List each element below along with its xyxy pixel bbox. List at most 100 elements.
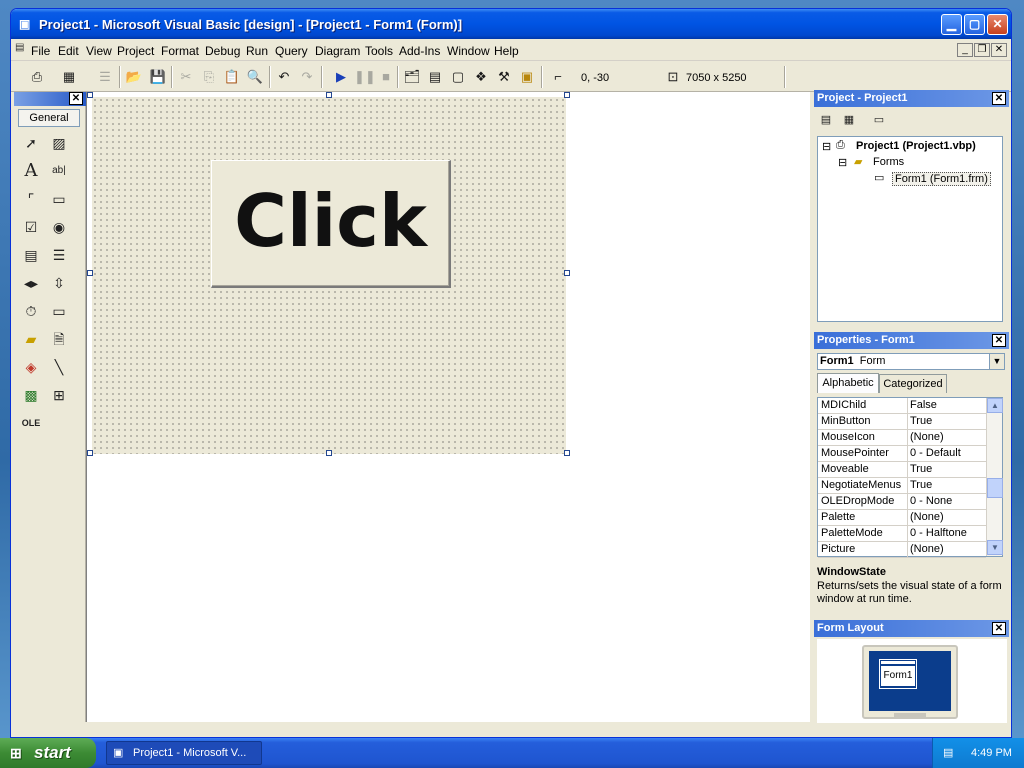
hscrollbar-tool-icon[interactable]: ◂▸ — [20, 272, 42, 294]
resize-handle[interactable] — [326, 450, 332, 456]
frame-tool-icon[interactable]: ⌜ — [20, 188, 42, 210]
minimize-button[interactable]: ▁ — [941, 14, 962, 35]
line-tool-icon[interactable]: ╲ — [48, 356, 70, 378]
menu-add-ins[interactable]: Add-Ins — [399, 44, 440, 58]
copy-icon[interactable]: ⎘ — [199, 67, 219, 87]
mdi-close-button[interactable]: ✕ — [991, 43, 1007, 57]
menu-view[interactable]: View — [86, 44, 112, 58]
open-project-icon[interactable]: 📂 — [124, 67, 144, 87]
tree-node-form1[interactable]: Form1 (Form1.frm) — [892, 172, 991, 186]
maximize-button[interactable]: ▢ — [964, 14, 985, 35]
menu-run[interactable]: Run — [246, 44, 268, 58]
drivelistbox-tool-icon[interactable]: ▭ — [48, 300, 70, 322]
object-browser-icon[interactable]: ❖ — [471, 67, 491, 87]
property-row[interactable]: Picture (None) — [818, 542, 986, 558]
form-layout-title[interactable]: Form Layout — [814, 620, 1009, 637]
tab-alphabetic[interactable]: Alphabetic — [817, 373, 879, 393]
property-row[interactable]: Moveable True — [818, 462, 986, 478]
optionbutton-tool-icon[interactable]: ◉ — [48, 216, 70, 238]
scroll-down-icon[interactable]: ▼ — [987, 540, 1003, 555]
properties-window-icon[interactable]: ▤ — [425, 67, 445, 87]
checkbox-tool-icon[interactable]: ☑ — [20, 216, 42, 238]
tree-collapse-icon[interactable]: ⊟ — [838, 156, 847, 169]
chevron-down-icon[interactable]: ▼ — [989, 354, 1004, 369]
tab-categorized[interactable]: Categorized — [879, 374, 947, 393]
menu-help[interactable]: Help — [494, 44, 519, 58]
property-row[interactable]: OLEDropMode 0 - None — [818, 494, 986, 510]
menu-query[interactable]: Query — [275, 44, 308, 58]
menu-window[interactable]: Window — [447, 44, 490, 58]
mdi-child-icon[interactable]: ▤ — [15, 42, 25, 56]
menu-editor-icon[interactable]: ☰ — [95, 67, 115, 87]
toolbox-general-tab[interactable]: General — [18, 109, 80, 127]
resize-handle[interactable] — [326, 92, 332, 98]
taskbar-item-vb[interactable]: ▣ Project1 - Microsoft V... — [106, 741, 262, 765]
picturebox-tool-icon[interactable]: ▨ — [48, 132, 70, 154]
command-button-click[interactable]: Click — [211, 160, 451, 288]
project-panel-close-button[interactable]: ✕ — [992, 92, 1006, 105]
property-row[interactable]: PaletteMode 0 - Halftone — [818, 526, 986, 542]
menu-debug[interactable]: Debug — [205, 44, 240, 58]
mdi-restore-button[interactable]: ❐ — [974, 43, 990, 57]
commandbutton-tool-icon[interactable]: ▭ — [48, 188, 70, 210]
listbox-tool-icon[interactable]: ☰ — [48, 244, 70, 266]
property-row[interactable]: MousePointer 0 - Default — [818, 446, 986, 462]
menu-project[interactable]: Project — [117, 44, 154, 58]
pointer-tool-icon[interactable]: ➚ — [20, 132, 42, 154]
menu-edit[interactable]: Edit — [58, 44, 79, 58]
property-row[interactable]: MDIChild False — [818, 398, 986, 414]
add-form-icon[interactable]: ▦ — [59, 67, 79, 87]
menu-format[interactable]: Format — [161, 44, 199, 58]
form-layout-close-button[interactable]: ✕ — [992, 622, 1006, 635]
menu-file[interactable]: File — [31, 44, 50, 58]
view-code-icon[interactable]: ▤ — [816, 110, 836, 130]
title-bar[interactable]: ▣ Project1 - Microsoft Visual Basic [des… — [11, 9, 1011, 39]
shape-tool-icon[interactable]: ◈ — [20, 356, 42, 378]
vb-app-icon[interactable]: ▣ — [19, 17, 33, 31]
tray-app-icon[interactable]: ▤ — [943, 746, 957, 760]
filelistbox-tool-icon[interactable]: 🗎 — [48, 328, 70, 350]
menu-tools[interactable]: Tools — [365, 44, 393, 58]
clock[interactable]: 4:49 PM — [971, 738, 1012, 768]
view-object-icon[interactable]: ▦ — [839, 110, 859, 130]
properties-panel-title[interactable]: Properties - Form1 — [814, 332, 1009, 349]
tree-node-project[interactable]: Project1 (Project1.vbp) — [856, 140, 976, 152]
resize-handle[interactable] — [87, 270, 93, 276]
dirlistbox-tool-icon[interactable]: ▰ — [20, 328, 42, 350]
scroll-up-icon[interactable]: ▲ — [987, 398, 1003, 413]
ole-tool-icon[interactable]: OLE — [20, 412, 42, 434]
save-project-icon[interactable]: 💾 — [148, 67, 168, 87]
add-project-icon[interactable]: ⎙ — [27, 67, 47, 87]
scroll-thumb[interactable] — [987, 478, 1003, 498]
property-row[interactable]: MinButton True — [818, 414, 986, 430]
tree-collapse-icon[interactable]: ⊟ — [822, 140, 831, 153]
tree-node-forms[interactable]: Forms — [873, 156, 904, 168]
toggle-folders-icon[interactable]: ▭ — [869, 110, 889, 130]
form-layout-icon[interactable]: ▢ — [448, 67, 468, 87]
vscrollbar-tool-icon[interactable]: ⇳ — [48, 272, 70, 294]
start-button[interactable]: ⊞ start — [0, 738, 96, 768]
resize-handle[interactable] — [564, 450, 570, 456]
label-tool-icon[interactable]: A — [20, 160, 42, 182]
project-panel-title[interactable]: Project - Project1 — [814, 90, 1009, 107]
property-row[interactable]: Palette (None) — [818, 510, 986, 526]
menu-diagram[interactable]: Diagram — [315, 44, 360, 58]
textbox-tool-icon[interactable]: ab| — [48, 160, 70, 182]
resize-handle[interactable] — [87, 92, 93, 98]
undo-icon[interactable]: ↶ — [274, 67, 294, 87]
break-icon[interactable]: ❚❚ — [354, 67, 376, 87]
form-position-thumbnail[interactable]: Form1 — [879, 659, 917, 689]
redo-icon[interactable]: ↷ — [297, 67, 317, 87]
cut-icon[interactable]: ✂ — [176, 67, 196, 87]
paste-icon[interactable]: 📋 — [222, 67, 242, 87]
close-button[interactable]: ✕ — [987, 14, 1008, 35]
data-view-icon[interactable]: ▣ — [517, 67, 537, 87]
timer-tool-icon[interactable]: ⏱ — [20, 300, 42, 322]
properties-panel-close-button[interactable]: ✕ — [992, 334, 1006, 347]
combobox-tool-icon[interactable]: ▤ — [20, 244, 42, 266]
object-selector[interactable]: Form1 Form ▼ — [817, 353, 1005, 370]
toolbox-close-button[interactable]: ✕ — [69, 92, 83, 105]
resize-handle[interactable] — [564, 270, 570, 276]
toolbox-title-bar[interactable]: ✕ — [14, 92, 86, 106]
toolbox-icon[interactable]: ⚒ — [494, 67, 514, 87]
